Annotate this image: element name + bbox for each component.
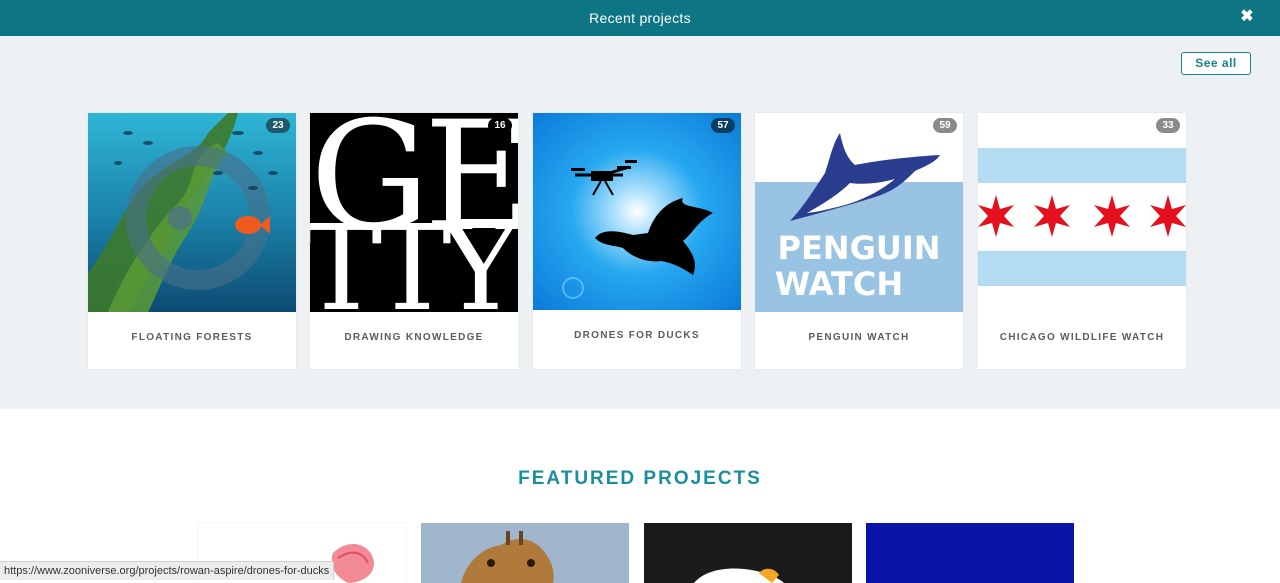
project-name: CHICAGO WILDLIFE WATCH xyxy=(999,332,1165,343)
penguin-watch-image: PENGUIN WATCH xyxy=(755,113,963,312)
project-card-penguin-watch[interactable]: PENGUIN WATCH 59 PENGUIN WATCH xyxy=(755,113,963,369)
featured-projects-heading: FEATURED PROJECTS xyxy=(518,468,762,489)
featured-project-card[interactable] xyxy=(421,523,629,583)
close-icon[interactable]: ✖ xyxy=(1240,8,1254,26)
project-card-chicago-wildlife-watch[interactable]: 33 CHICAGO WILDLIFE WATCH xyxy=(978,113,1186,369)
activity-count-badge: 23 xyxy=(266,118,290,133)
activity-count-badge: 33 xyxy=(1156,118,1180,133)
featured-project-card[interactable] xyxy=(644,523,852,583)
drawing-logo-line-2: TTY xyxy=(310,199,518,312)
recent-projects-header: Recent projects ✖ xyxy=(0,0,1280,36)
project-name: PENGUIN WATCH xyxy=(808,332,910,343)
drones-for-ducks-image xyxy=(533,113,741,310)
project-card-drones-for-ducks[interactable]: 57 DRONES FOR DUCKS xyxy=(533,113,741,369)
penguin-logo-line-1: PENGUIN xyxy=(777,229,940,267)
activity-count-badge: 59 xyxy=(933,118,957,133)
drawing-knowledge-image: GE TTY xyxy=(310,113,518,312)
project-name: DRAWING KNOWLEDGE xyxy=(344,332,484,343)
project-name: FLOATING FORESTS xyxy=(131,332,253,343)
see-all-button[interactable]: See all xyxy=(1181,52,1251,75)
featured-project-image xyxy=(866,523,1074,583)
status-bar-url: https://www.zooniverse.org/projects/rowa… xyxy=(0,561,335,580)
activity-count-badge: 57 xyxy=(711,118,735,133)
project-name: DRONES FOR DUCKS xyxy=(574,330,700,341)
project-card-drawing-knowledge[interactable]: GE TTY 16 DRAWING KNOWLEDGE xyxy=(310,113,518,369)
featured-project-card[interactable] xyxy=(866,523,1074,583)
chicago-wildlife-watch-image xyxy=(978,113,1186,312)
featured-project-image xyxy=(644,523,852,583)
header-title: Recent projects xyxy=(589,10,691,26)
project-card-floating-forests[interactable]: 23 FLOATING FORESTS xyxy=(88,113,296,369)
floating-forests-image xyxy=(88,113,296,312)
featured-project-image xyxy=(421,523,629,583)
penguin-logo-line-2: WATCH xyxy=(775,265,903,303)
activity-count-badge: 16 xyxy=(488,118,512,133)
